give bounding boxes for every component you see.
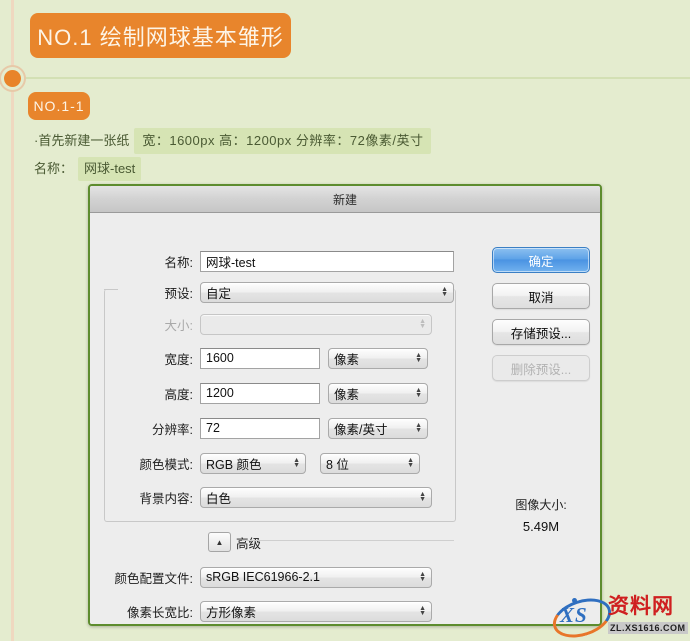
resolution-field-label: 分辨率: bbox=[152, 422, 193, 437]
resolution-unit-value: 像素/英寸 bbox=[334, 422, 388, 437]
field-row-size: 大小: ▲ ▼ bbox=[104, 313, 454, 335]
height-unit-select[interactable]: 像素 ▲ ▼ bbox=[328, 382, 428, 404]
name-field-label: 名称: bbox=[164, 255, 193, 270]
timeline-rail bbox=[11, 0, 14, 641]
watermark-logo-text: XS bbox=[560, 603, 588, 627]
stepper-arrows-icon: ▲ ▼ bbox=[419, 571, 426, 583]
field-row-name: 名称: 网球-test bbox=[104, 250, 454, 272]
advanced-section-rule bbox=[242, 540, 454, 541]
size-field-label: 大小: bbox=[164, 318, 193, 333]
watermark-text-group: 资料网 ZL.XS1616.COM bbox=[608, 592, 688, 638]
color-mode-select[interactable]: RGB 颜色 ▲ ▼ bbox=[200, 452, 306, 474]
name-input[interactable]: 网球-test bbox=[200, 250, 454, 272]
pixel-aspect-field-label: 像素长宽比: bbox=[127, 605, 193, 620]
field-row-height: 高度: 1200 像素 ▲ ▼ bbox=[104, 382, 454, 404]
dialog-body: 名称: 网球-test 预设: 自定 ▲ ▼ 大小: ▲ ▼ 宽度: 1600 … bbox=[90, 213, 600, 624]
color-profile-select[interactable]: sRGB IEC61966-2.1 ▲ ▼ bbox=[200, 566, 432, 588]
stepper-arrows-icon: ▲ ▼ bbox=[415, 387, 422, 399]
advanced-section-label: 高级 bbox=[236, 537, 262, 551]
watermark-brand-text: 资料网 bbox=[608, 595, 674, 618]
field-row-preset: 预设: 自定 ▲ ▼ bbox=[104, 281, 454, 303]
section-heading-badge: NO.1 绘制网球基本雏形 bbox=[30, 13, 291, 58]
save-preset-button[interactable]: 存储预设... bbox=[492, 319, 590, 345]
caption-name-label: 名称： bbox=[34, 161, 74, 177]
dialog-titlebar: 新建 bbox=[90, 186, 600, 213]
cancel-button[interactable]: 取消 bbox=[492, 283, 590, 309]
advanced-disclosure-triangle-icon[interactable]: ▲ bbox=[208, 532, 231, 552]
stepper-arrows-icon: ▲ ▼ bbox=[415, 422, 422, 434]
stepper-arrows-icon: ▲ ▼ bbox=[415, 352, 422, 364]
width-input[interactable]: 1600 bbox=[200, 347, 320, 369]
field-row-color-mode: 颜色模式: RGB 颜色 ▲ ▼ 8 位 ▲ ▼ bbox=[104, 452, 454, 474]
background-select[interactable]: 白色 ▲ ▼ bbox=[200, 486, 432, 508]
field-row-pixel-aspect: 像素长宽比: 方形像素 ▲ ▼ bbox=[90, 600, 468, 622]
color-profile-field-label: 颜色配置文件: bbox=[114, 571, 193, 586]
height-unit-value: 像素 bbox=[334, 387, 360, 402]
preset-select-value: 自定 bbox=[206, 286, 232, 301]
watermark-url-text: ZL.XS1616.COM bbox=[608, 622, 688, 634]
width-unit-value: 像素 bbox=[334, 352, 360, 367]
color-profile-value: sRGB IEC61966-2.1 bbox=[206, 570, 320, 584]
width-unit-select[interactable]: 像素 ▲ ▼ bbox=[328, 347, 428, 369]
size-select: ▲ ▼ bbox=[200, 313, 432, 335]
image-size-value: 5.49M bbox=[522, 519, 560, 534]
caption-block: ·首先新建一张纸 宽：1600px 高：1200px 分辨率：72像素/英寸 名… bbox=[34, 128, 464, 182]
image-size-label: 图像大小: bbox=[515, 498, 567, 512]
timeline-node-dot bbox=[4, 70, 21, 87]
pixel-aspect-value: 方形像素 bbox=[206, 605, 257, 620]
caption-spec-text: 宽：1600px 高：1200px 分辨率：72像素/英寸 bbox=[134, 128, 432, 155]
caption-row-secondary: 名称： 网球-test bbox=[34, 157, 464, 182]
ok-button[interactable]: 确定 bbox=[492, 247, 590, 273]
color-depth-value: 8 位 bbox=[326, 457, 349, 472]
caption-lead-text: ·首先新建一张纸 bbox=[34, 133, 130, 148]
stepper-arrows-icon: ▲ ▼ bbox=[441, 286, 448, 298]
stepper-arrows-icon: ▲ ▼ bbox=[293, 457, 300, 469]
background-field-label: 背景内容: bbox=[139, 491, 193, 506]
delete-preset-button: 删除预设... bbox=[492, 355, 590, 381]
preset-select[interactable]: 自定 ▲ ▼ bbox=[200, 281, 454, 303]
color-depth-select[interactable]: 8 位 ▲ ▼ bbox=[320, 452, 420, 474]
site-watermark: XS 资料网 ZL.XS1616.COM bbox=[550, 589, 690, 641]
field-row-resolution: 分辨率: 72 像素/英寸 ▲ ▼ bbox=[104, 417, 454, 439]
watermark-logo-icon: XS bbox=[550, 591, 617, 641]
caption-name-value: 网球-test bbox=[78, 157, 142, 182]
field-row-background: 背景内容: 白色 ▲ ▼ bbox=[104, 486, 454, 508]
height-field-label: 高度: bbox=[164, 387, 193, 402]
stepper-arrows-icon: ▲ ▼ bbox=[407, 457, 414, 469]
dialog-title: 新建 bbox=[332, 192, 357, 207]
resolution-input[interactable]: 72 bbox=[200, 417, 320, 439]
stepper-arrows-icon: ▲ ▼ bbox=[419, 318, 426, 330]
resolution-unit-select[interactable]: 像素/英寸 ▲ ▼ bbox=[328, 417, 428, 439]
field-row-width: 宽度: 1600 像素 ▲ ▼ bbox=[104, 347, 454, 369]
stepper-arrows-icon: ▲ ▼ bbox=[419, 491, 426, 503]
step-badge: NO.1-1 bbox=[28, 92, 90, 120]
width-field-label: 宽度: bbox=[164, 352, 193, 367]
dialog-form-column: 名称: 网球-test 预设: 自定 ▲ ▼ 大小: ▲ ▼ 宽度: 1600 … bbox=[90, 213, 468, 624]
color-mode-value: RGB 颜色 bbox=[206, 457, 262, 472]
preset-field-label: 预设: bbox=[164, 286, 193, 301]
new-document-dialog: 新建 名称: 网球-test 预设: 自定 ▲ ▼ 大小: ▲ ▼ 宽度: 16… bbox=[88, 184, 602, 626]
dialog-button-column: 确定 取消 存储预设... 删除预设... 图像大小: 5.49M bbox=[478, 213, 600, 624]
field-row-color-profile: 颜色配置文件: sRGB IEC61966-2.1 ▲ ▼ bbox=[90, 566, 468, 588]
stepper-arrows-icon: ▲ ▼ bbox=[419, 605, 426, 617]
pixel-aspect-select[interactable]: 方形像素 ▲ ▼ bbox=[200, 600, 432, 622]
color-mode-field-label: 颜色模式: bbox=[139, 457, 193, 472]
height-input[interactable]: 1200 bbox=[200, 382, 320, 404]
timeline-divider bbox=[22, 77, 690, 79]
caption-row-primary: ·首先新建一张纸 宽：1600px 高：1200px 分辨率：72像素/英寸 bbox=[34, 128, 464, 155]
background-value: 白色 bbox=[206, 491, 232, 506]
